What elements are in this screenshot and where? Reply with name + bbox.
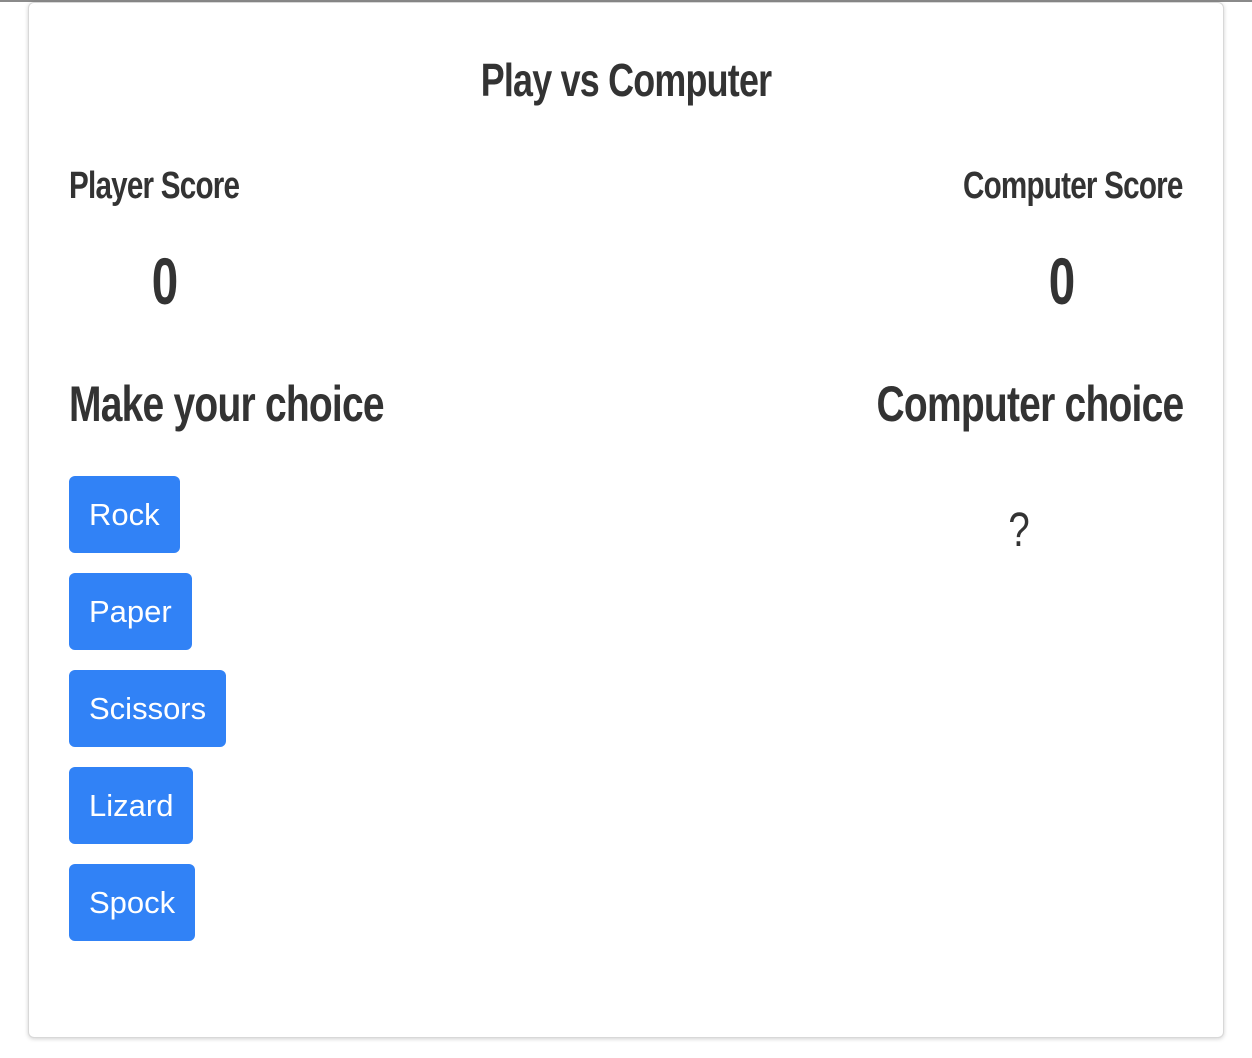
computer-score-value: 0: [1048, 244, 1076, 318]
computer-choice-heading: Computer choice: [876, 376, 1184, 432]
scissors-button[interactable]: Scissors: [69, 670, 227, 747]
player-score-value: 0: [151, 244, 179, 318]
computer-score-label: Computer Score: [963, 165, 1183, 207]
lizard-button[interactable]: Lizard: [69, 767, 194, 844]
rock-button[interactable]: Rock: [69, 476, 180, 553]
paper-button[interactable]: Paper: [69, 573, 192, 650]
player-score-label: Player Score: [69, 165, 240, 207]
player-choice-heading: Make your choice: [69, 376, 385, 432]
spock-button[interactable]: Spock: [69, 864, 196, 941]
game-card: Play vs Computer Player Score Computer S…: [28, 2, 1224, 1038]
page-title: Play vs Computer: [480, 54, 772, 106]
choice-buttons: Rock Paper Scissors Lizard Spock: [69, 476, 227, 961]
computer-choice-value: ?: [1008, 504, 1030, 557]
